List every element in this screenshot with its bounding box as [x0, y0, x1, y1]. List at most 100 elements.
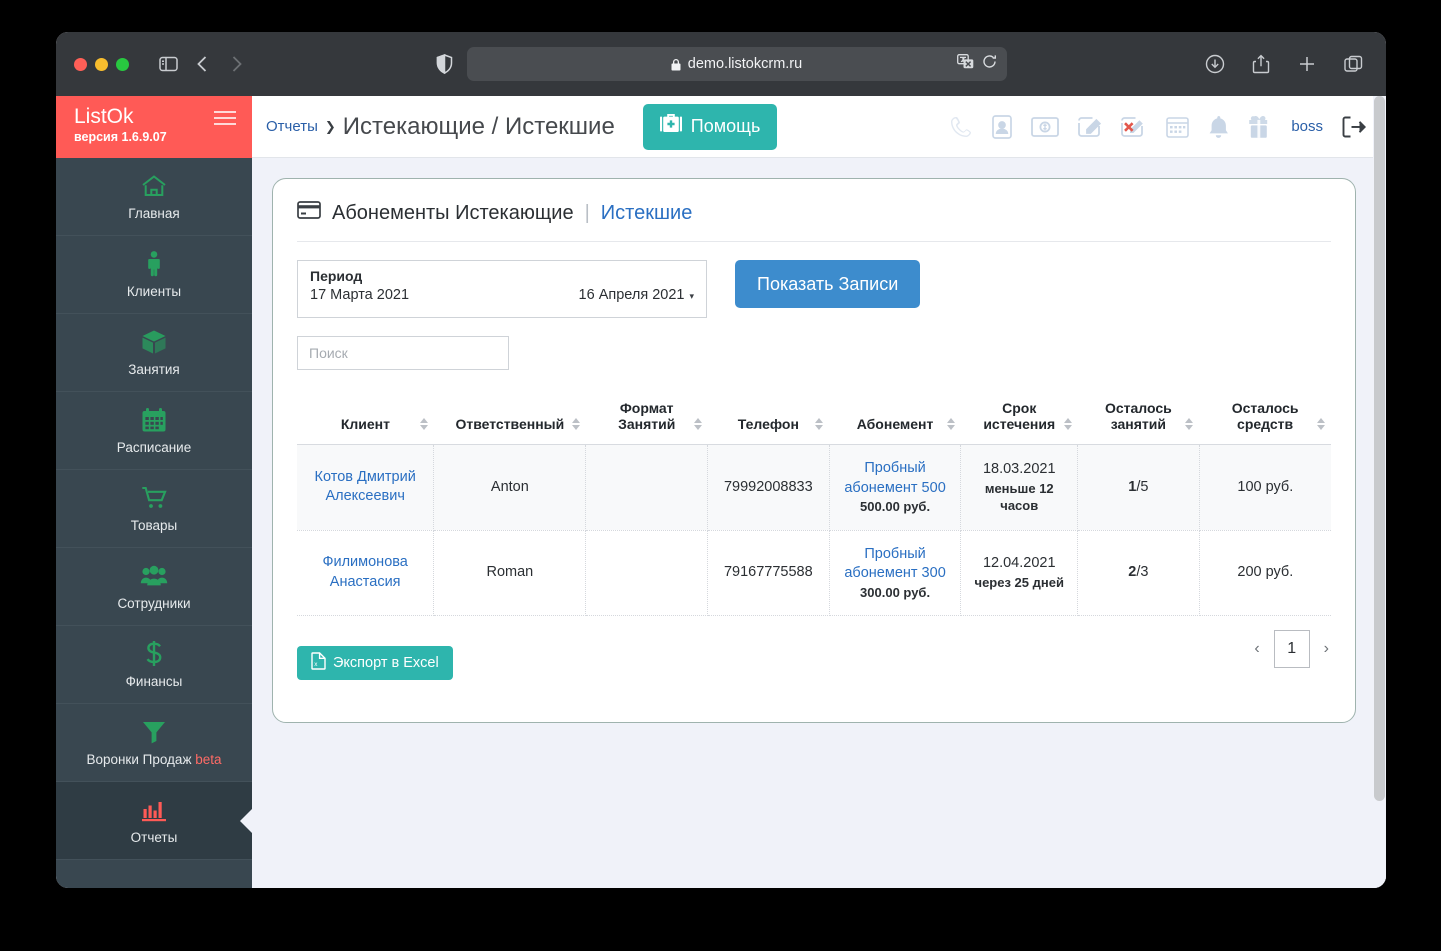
- sort-icon[interactable]: [693, 418, 702, 430]
- expiry-note: через 25 дней: [974, 575, 1064, 591]
- pagination-page-1[interactable]: 1: [1273, 630, 1310, 669]
- col-lessons-left[interactable]: Осталось занятий: [1077, 392, 1200, 445]
- show-records-button[interactable]: Показать Записи: [735, 260, 921, 308]
- sidebar-item-goods[interactable]: Товары: [56, 470, 252, 548]
- cell-client[interactable]: Котов Дмитрий Алексеевич: [297, 444, 435, 531]
- table-row[interactable]: Котов Дмитрий Алексеевич Anton 799920088…: [297, 444, 1331, 531]
- maximize-window-button[interactable]: [116, 57, 129, 71]
- pagination: ‹ 1 ›: [1252, 630, 1331, 669]
- export-excel-button[interactable]: x Экспорт в Excel: [297, 646, 453, 681]
- search-input[interactable]: [297, 336, 509, 370]
- back-button[interactable]: [187, 49, 217, 79]
- sidebar-item-clients[interactable]: Клиенты: [56, 236, 252, 314]
- col-funds-left[interactable]: Осталось средств: [1199, 392, 1331, 445]
- download-icon[interactable]: [1200, 49, 1230, 79]
- sort-icon[interactable]: [571, 418, 580, 430]
- close-window-button[interactable]: [74, 57, 87, 71]
- id-card-icon[interactable]: [992, 114, 1013, 139]
- cell-client[interactable]: Филимонова Анастасия: [297, 530, 435, 617]
- pagination-next[interactable]: ›: [1322, 640, 1331, 658]
- sidebar-item-label: Отчеты: [130, 829, 178, 845]
- sidebar-item-label: Занятия: [128, 361, 180, 377]
- money-icon[interactable]: [1031, 116, 1060, 137]
- sidebar-item-label: Сотрудники: [117, 595, 191, 611]
- address-bar[interactable]: demo.listokcrm.ru: [466, 47, 1007, 81]
- table-body: Котов Дмитрий Алексеевич Anton 799920088…: [297, 444, 1331, 617]
- card-icon: [297, 201, 321, 225]
- shield-icon[interactable]: [436, 54, 453, 74]
- gift-icon[interactable]: [1248, 115, 1272, 139]
- help-button[interactable]: Помощь: [642, 103, 778, 150]
- cell-lessons-left: 2/3: [1077, 530, 1200, 617]
- forward-button[interactable]: [221, 49, 251, 79]
- scrollbar-thumb[interactable]: [1374, 96, 1385, 801]
- col-responsible[interactable]: Ответственный: [433, 392, 586, 445]
- period-picker[interactable]: Период 17 Марта 2021 16 Апреля 2021 ▾: [297, 260, 707, 318]
- sort-icon[interactable]: [815, 418, 824, 430]
- address-bar-container: demo.listokcrm.ru: [56, 47, 1386, 81]
- sidebar-item-schedule[interactable]: Расписание: [56, 392, 252, 470]
- cart-icon: [141, 485, 168, 511]
- sidebar-toggle-icon[interactable]: [153, 49, 183, 79]
- sort-icon[interactable]: [946, 418, 955, 430]
- brand-name: ListOk: [74, 105, 134, 128]
- brand-version: версия 1.6.9.07: [74, 130, 167, 144]
- card-title-text: Абонементы Истекающие: [332, 201, 574, 224]
- header-icon-group: boss: [949, 114, 1372, 139]
- svg-text:x: x: [314, 661, 318, 668]
- col-format[interactable]: Формат Занятий: [585, 392, 708, 445]
- hamburger-icon[interactable]: [214, 111, 236, 125]
- subscription-link[interactable]: Пробный абонемент 300: [840, 545, 951, 584]
- filter-row: Период 17 Марта 2021 16 Апреля 2021 ▾ Пок…: [297, 260, 1331, 318]
- col-expiry[interactable]: Срок истечения: [960, 392, 1078, 445]
- subscription-link[interactable]: Пробный абонемент 500: [840, 459, 951, 498]
- sidebar-item-finance[interactable]: Финансы: [56, 626, 252, 704]
- sort-icon[interactable]: [1063, 418, 1072, 430]
- cell-funds-left: 100 руб.: [1199, 444, 1331, 531]
- calendar-icon[interactable]: [1166, 115, 1190, 138]
- phone-icon[interactable]: [949, 115, 973, 139]
- sort-icon[interactable]: [419, 418, 428, 430]
- main-area: Отчеты ❯ Истекающие / Истекшие Помощь bo…: [252, 96, 1386, 888]
- content-region: Абонементы Истекающие | Истекшие Период …: [252, 158, 1386, 888]
- minimize-window-button[interactable]: [95, 57, 108, 71]
- sidebar-item-home[interactable]: Главная: [56, 158, 252, 236]
- url-text: demo.listokcrm.ru: [687, 56, 803, 72]
- col-subscription[interactable]: Абонемент: [829, 392, 961, 445]
- cell-funds-left: 200 руб.: [1199, 530, 1331, 617]
- col-phone[interactable]: Телефон: [707, 392, 830, 445]
- sidebar-item-staff[interactable]: Сотрудники: [56, 548, 252, 626]
- translate-icon[interactable]: [956, 54, 974, 74]
- sidebar-brand: ListOk версия 1.6.9.07: [56, 96, 252, 158]
- breadcrumb-link-reports[interactable]: Отчеты: [266, 118, 318, 135]
- sidebar-item-lessons[interactable]: Занятия: [56, 314, 252, 392]
- excel-file-icon: x: [311, 652, 326, 674]
- tabs-icon[interactable]: [1338, 49, 1368, 79]
- user-menu[interactable]: boss: [1291, 118, 1323, 135]
- vertical-scrollbar[interactable]: [1373, 96, 1386, 888]
- sort-icon[interactable]: [1317, 418, 1325, 430]
- reload-icon[interactable]: [982, 54, 997, 74]
- sort-icon[interactable]: [1185, 418, 1194, 430]
- export-excel-label: Экспорт в Excel: [333, 655, 439, 672]
- col-client[interactable]: Клиент: [297, 392, 434, 445]
- subscription-price: 300.00 руб.: [860, 584, 931, 600]
- table-row[interactable]: Филимонова Анастасия Roman 79167775588 П…: [297, 530, 1331, 617]
- new-tab-icon[interactable]: [1292, 49, 1322, 79]
- cell-subscription[interactable]: Пробный абонемент 500 500.00 руб.: [829, 444, 962, 531]
- sidebar-item-sales-funnel[interactable]: Воронки Продаж beta: [56, 704, 252, 782]
- cell-format: [585, 530, 709, 617]
- cell-format: [585, 444, 709, 531]
- tab-expired-link[interactable]: Истекшие: [601, 202, 693, 225]
- card-title-separator: |: [584, 201, 590, 224]
- logout-icon[interactable]: [1342, 116, 1366, 138]
- pagination-prev[interactable]: ‹: [1252, 640, 1261, 658]
- edit-icon[interactable]: [1078, 115, 1102, 139]
- cell-subscription[interactable]: Пробный абонемент 300 300.00 руб.: [829, 530, 962, 617]
- edit-delete-icon[interactable]: [1121, 115, 1147, 139]
- browser-nav-controls: [153, 49, 251, 79]
- bell-icon[interactable]: [1208, 115, 1229, 139]
- share-icon[interactable]: [1246, 49, 1276, 79]
- report-card: Абонементы Истекающие | Истекшие Период …: [272, 178, 1356, 723]
- sidebar-item-reports[interactable]: Отчеты: [56, 782, 252, 860]
